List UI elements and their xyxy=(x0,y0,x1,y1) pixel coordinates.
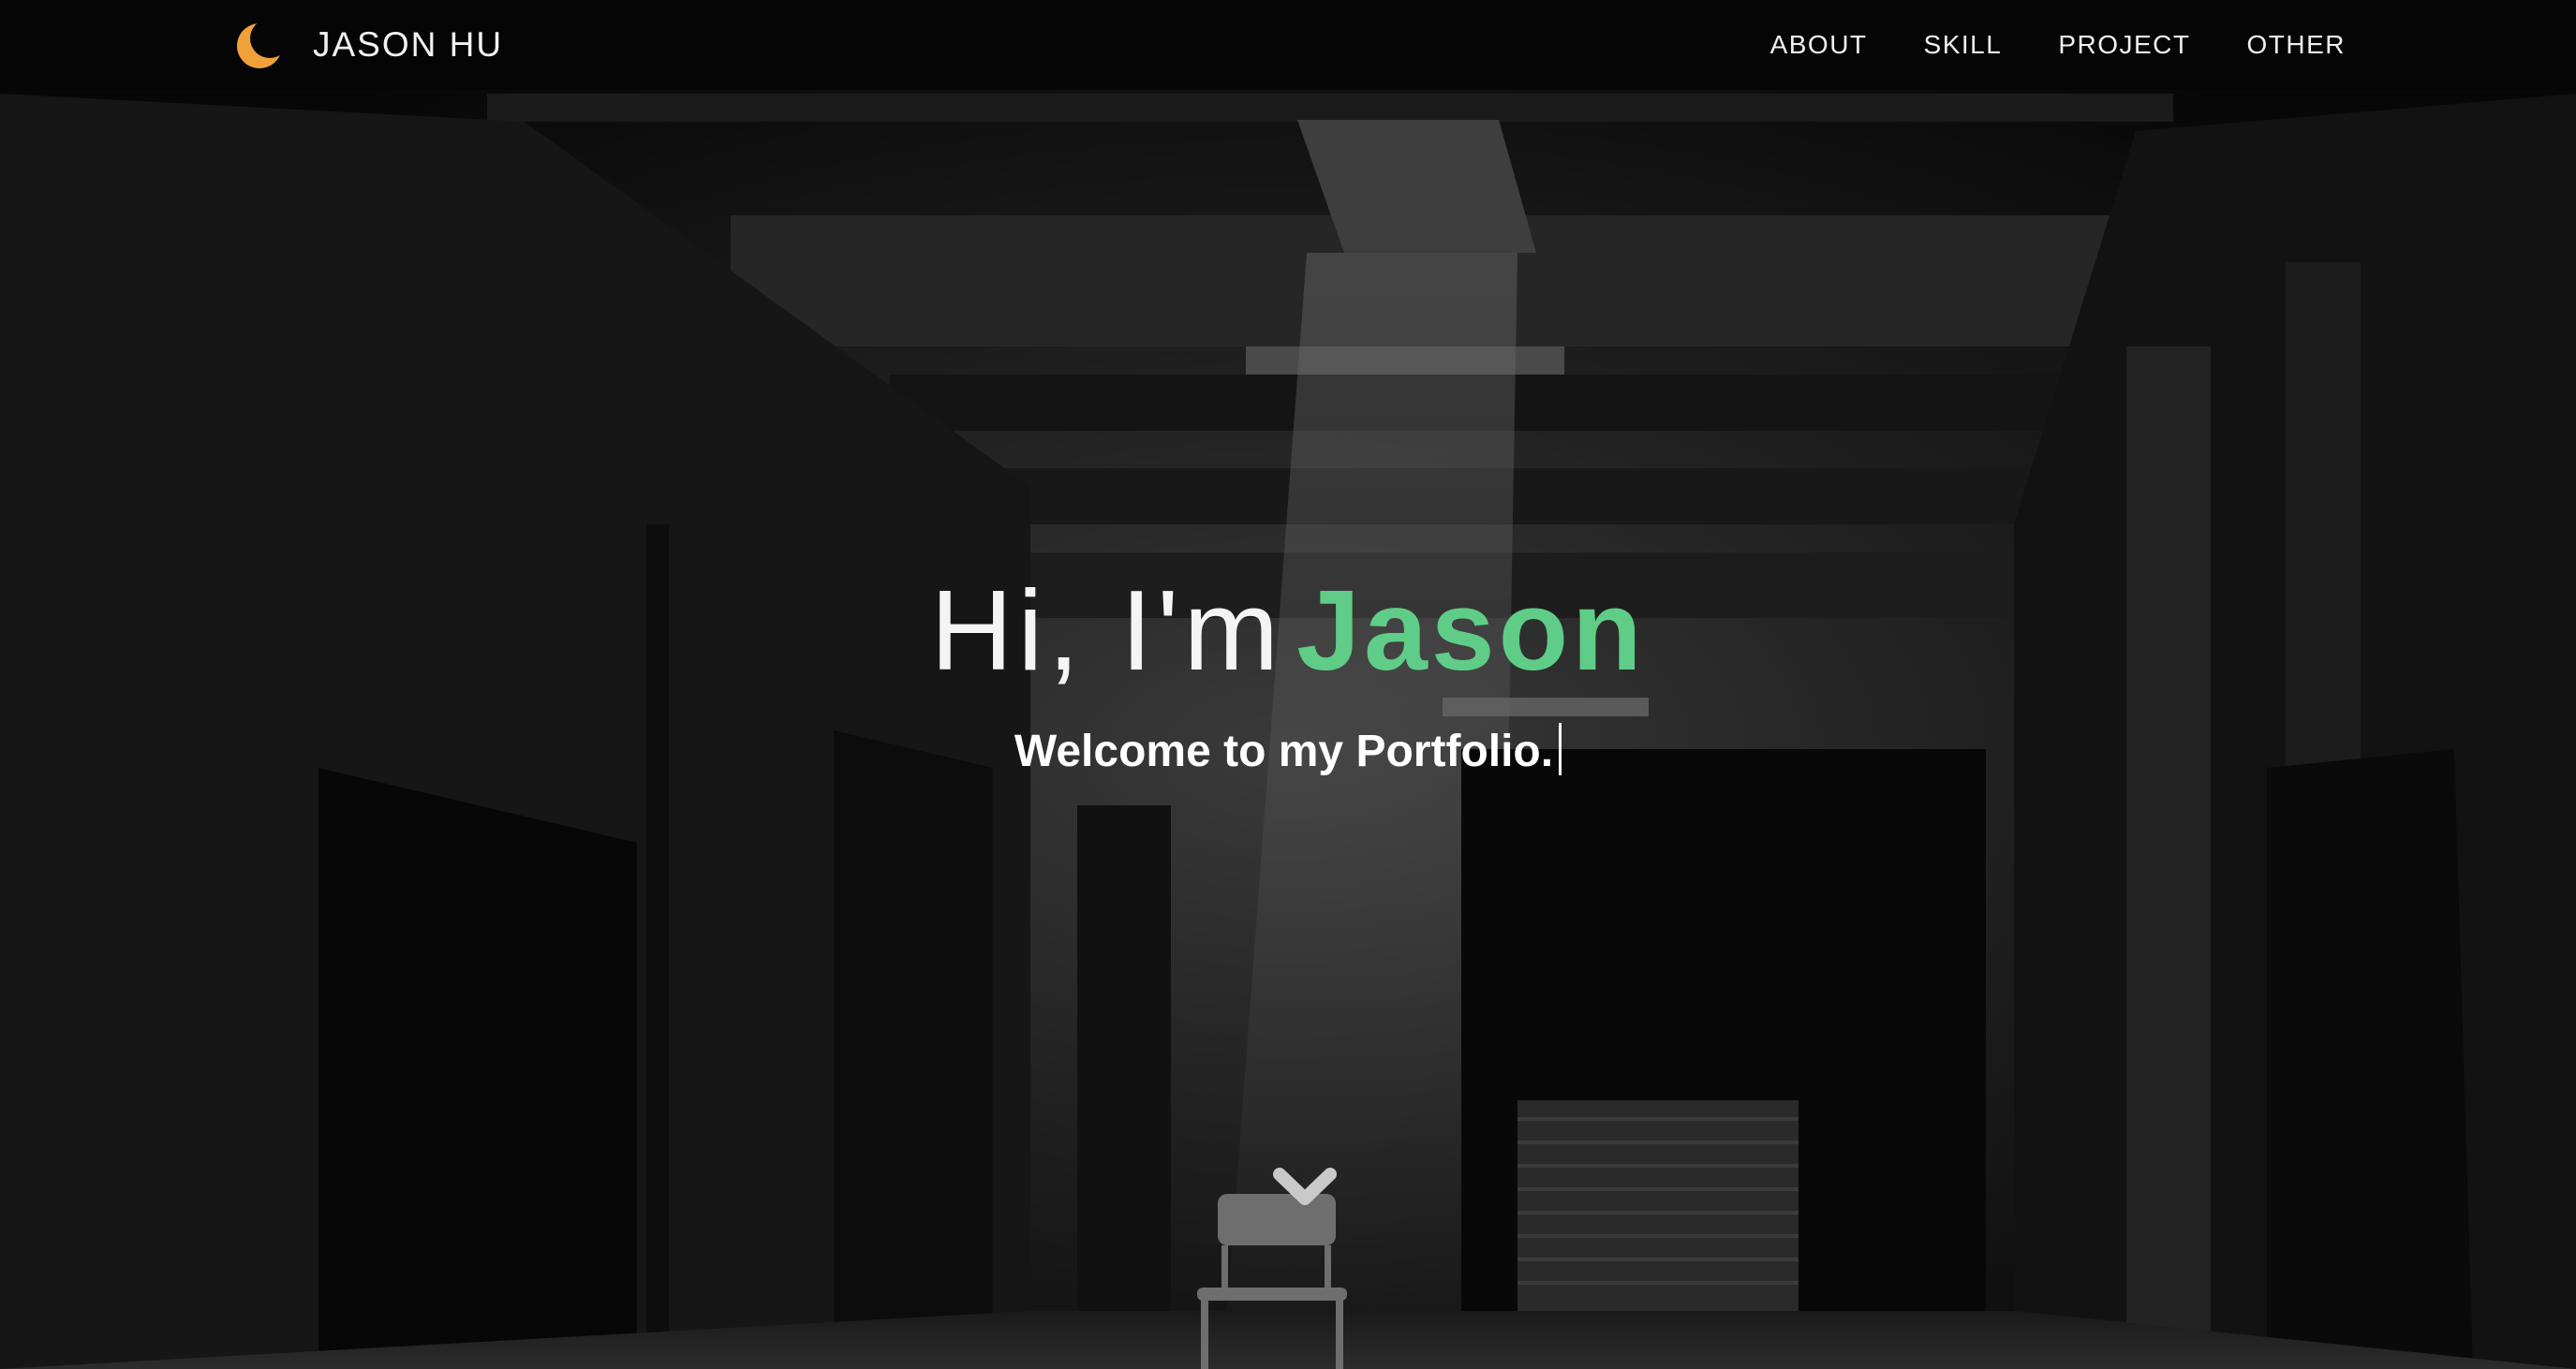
hero-greeting: Hi, I'm xyxy=(930,567,1284,694)
nav-link-other[interactable]: OTHER xyxy=(2247,30,2347,60)
hero-subtitle: Welcome to my Portfolio. xyxy=(1014,727,1554,776)
nav-link-skill[interactable]: SKILL xyxy=(1924,30,2003,60)
scroll-down-button[interactable] xyxy=(1272,1167,1338,1208)
page: JASON HU ABOUT SKILL PROJECT OTHER Hi, I… xyxy=(0,0,2576,1369)
nav-link-about[interactable]: ABOUT xyxy=(1770,30,1868,60)
hero-headline: Hi, I'm Jason xyxy=(0,560,2576,700)
hero-subtitle-wrapper: Welcome to my Portfolio. xyxy=(0,723,2576,780)
crescent-moon-icon[interactable] xyxy=(234,19,287,71)
top-navbar: JASON HU ABOUT SKILL PROJECT OTHER xyxy=(0,0,2576,90)
nav-links: ABOUT SKILL PROJECT OTHER xyxy=(1770,30,2346,60)
nav-link-project[interactable]: PROJECT xyxy=(2058,30,2190,60)
hero-name: Jason xyxy=(1296,567,1646,694)
brand-logo-link[interactable]: JASON HU xyxy=(234,19,503,71)
typing-caret xyxy=(1559,723,1562,775)
chevron-down-icon[interactable] xyxy=(1272,1167,1338,1208)
brand-name[interactable]: JASON HU xyxy=(313,25,503,65)
hero-section: Hi, I'm Jason Welcome to my Portfolio. xyxy=(0,0,2576,1369)
